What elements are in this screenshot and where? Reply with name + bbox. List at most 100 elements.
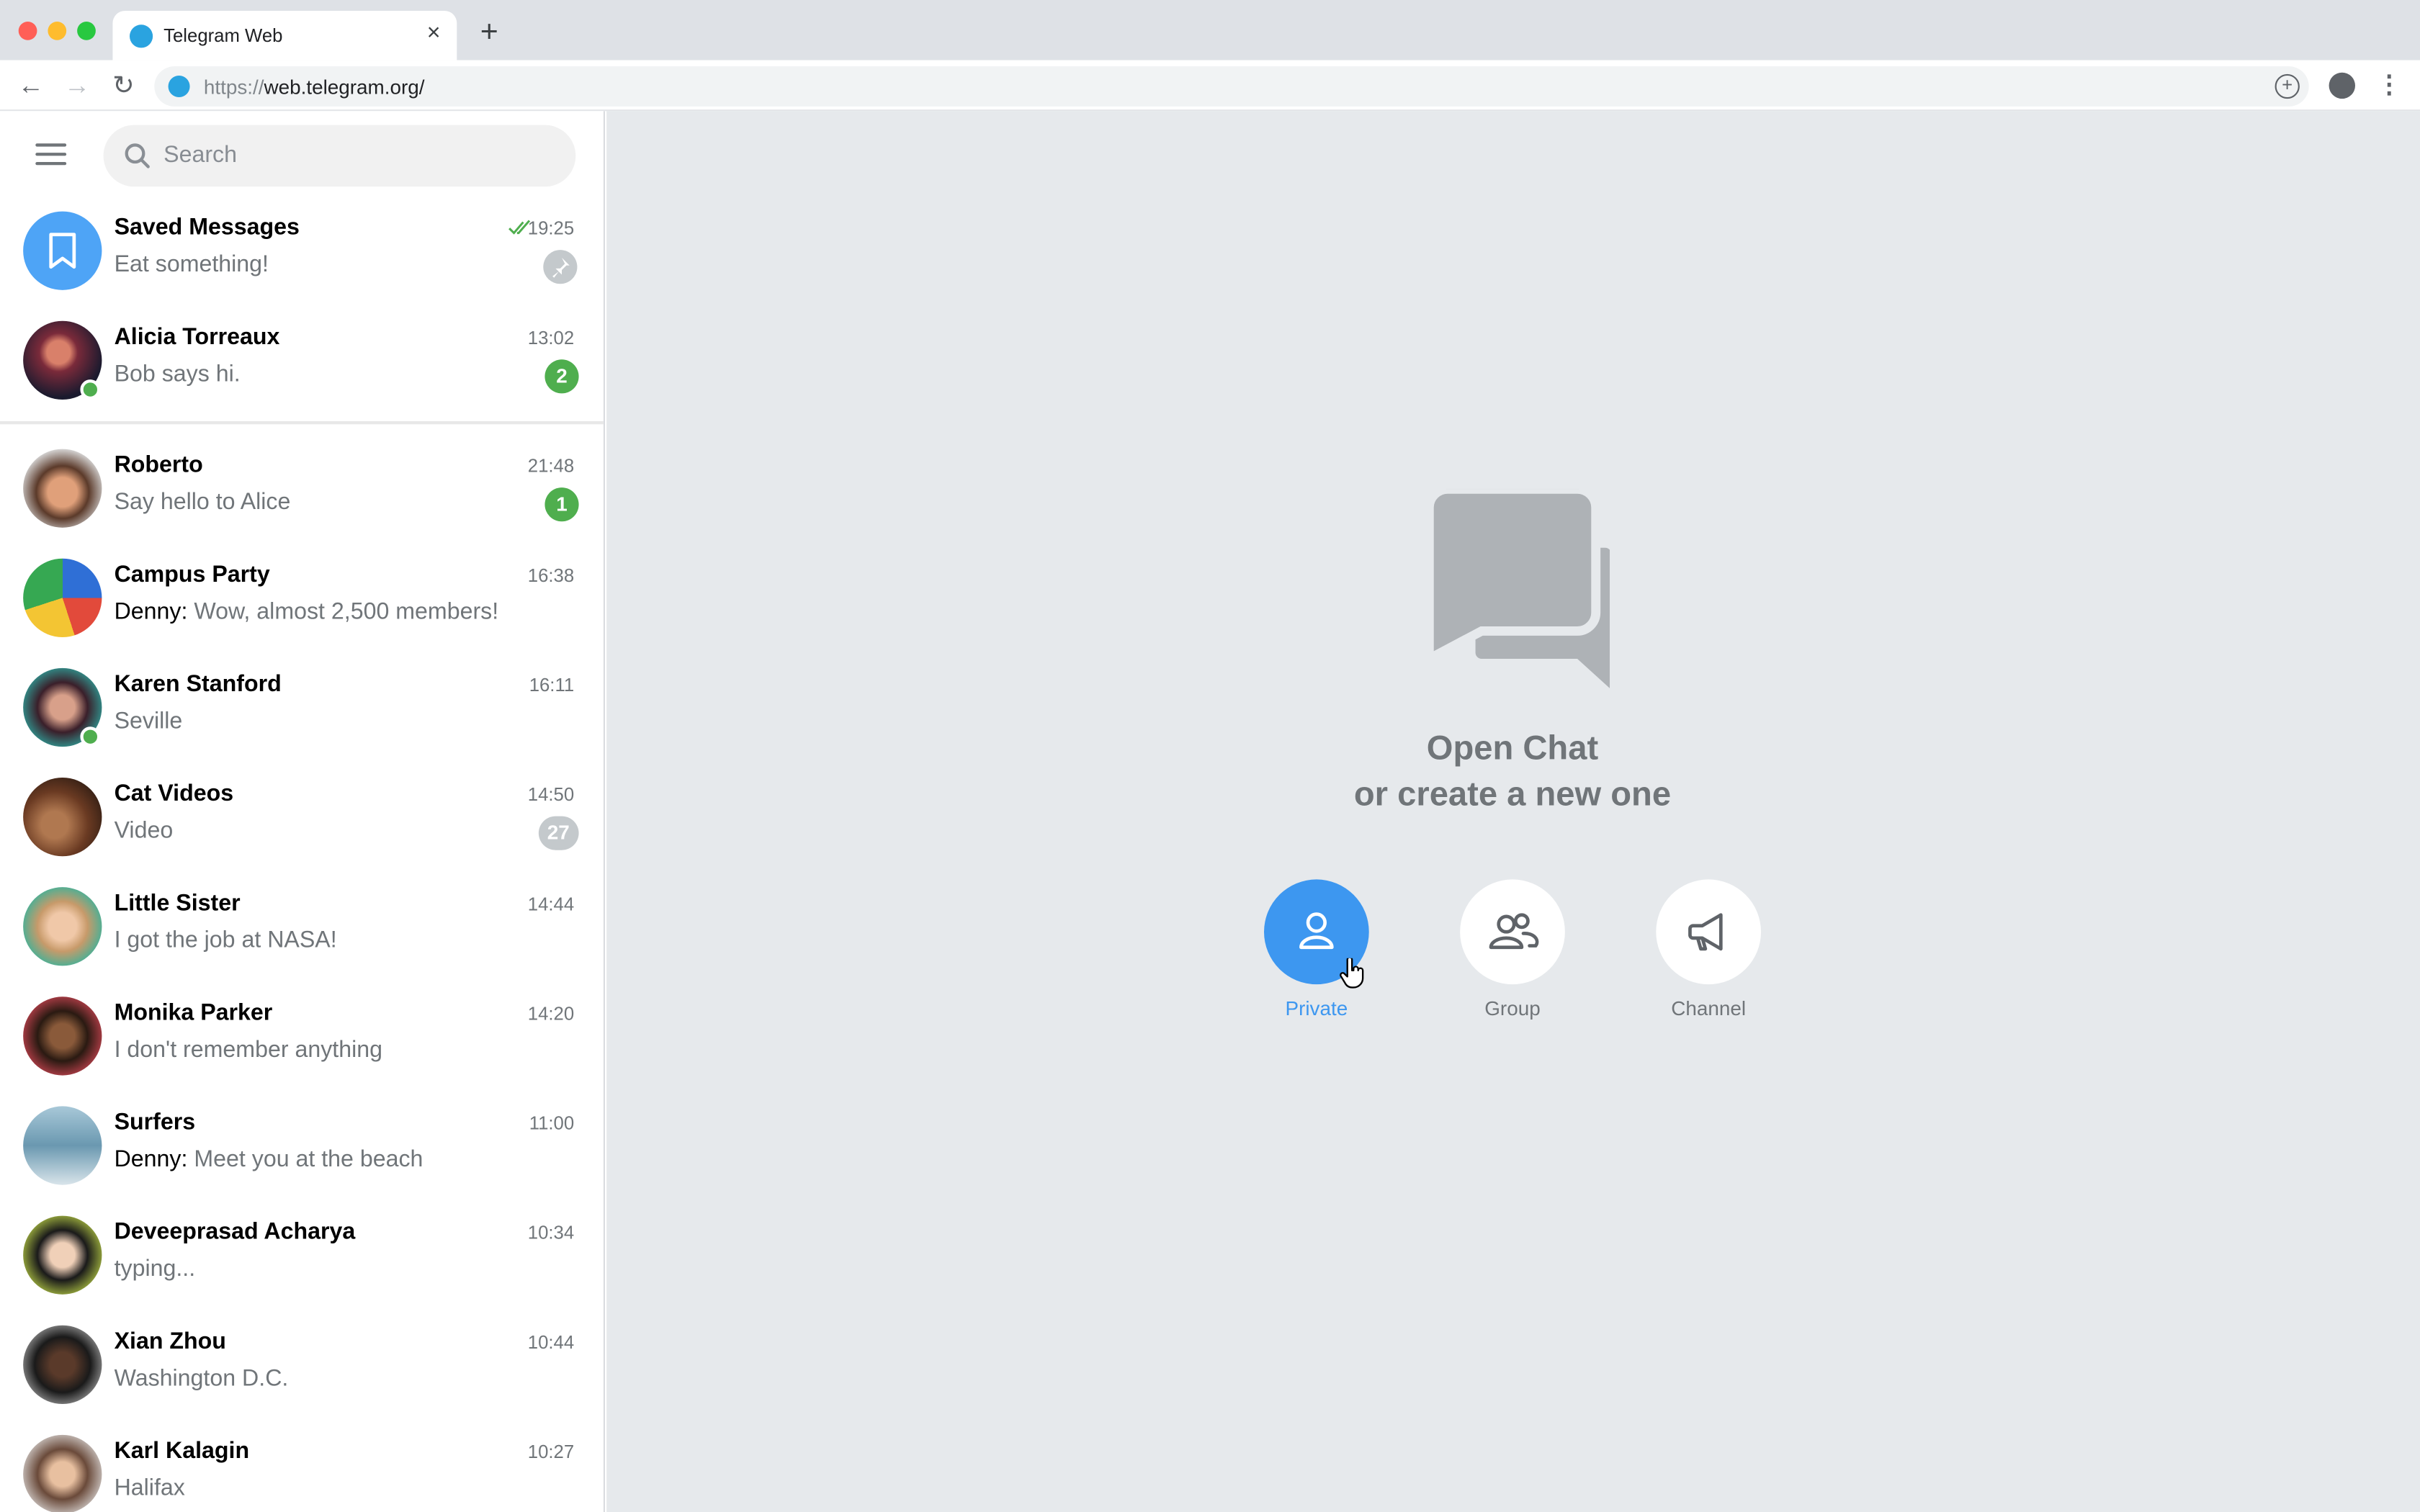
bookmark-icon <box>49 233 76 269</box>
chat-name: Monika Parker <box>114 999 273 1026</box>
address-bar[interactable]: https://web.telegram.org/ + <box>154 66 2309 107</box>
chat-item-deveeprasad-acharya[interactable]: Deveeprasad Acharya 10:34 typing... <box>0 1200 604 1310</box>
search-input[interactable]: Search <box>103 125 576 187</box>
site-telegram-icon <box>168 76 190 97</box>
chat-name: Saved Messages <box>114 214 300 241</box>
account-icon[interactable] <box>2329 72 2355 99</box>
chat-item-surfers[interactable]: Surfers 11:00 Denny: Meet you at the bea… <box>0 1091 604 1200</box>
group-avatar <box>23 1106 102 1185</box>
message-text: Wow, almost 2,500 members! <box>194 598 499 625</box>
search-icon <box>125 143 150 168</box>
chat-name: Alicia Torreaux <box>114 324 280 351</box>
chat-item-little-sister[interactable]: Little Sister 14:44 I got the job at NAS… <box>0 872 604 981</box>
reload-icon[interactable]: ↻ <box>107 69 140 103</box>
window-close-button[interactable] <box>18 22 37 40</box>
message-text: I got the job at NASA! <box>114 927 337 954</box>
back-arrow-icon[interactable]: ← <box>14 69 48 103</box>
new-group-button[interactable] <box>1460 879 1565 985</box>
chat-item-roberto[interactable]: Roberto 21:48 Say hello to Alice 1 <box>0 433 604 543</box>
browser-tab[interactable]: Telegram Web × <box>112 11 457 60</box>
message-text: Halifax <box>114 1475 185 1501</box>
window-maximize-button[interactable] <box>77 22 96 40</box>
chat-last-message: Video <box>115 818 174 844</box>
chat-name: Karen Stanford <box>114 671 282 698</box>
main-empty-state: Open Chat or create a new one Private Gr… <box>606 111 2420 1512</box>
url-host: web.telegram.org/ <box>264 76 425 99</box>
browser-toolbar: ← → ↻ https://web.telegram.org/ + <box>0 60 2420 112</box>
channel-avatar <box>23 778 102 857</box>
group-label: Group <box>1484 996 1541 1020</box>
chat-last-message: I got the job at NASA! <box>115 927 337 953</box>
chat-last-message: typing... <box>115 1256 196 1282</box>
chat-item-xian-zhou[interactable]: Xian Zhou 10:44 Washington D.C. <box>0 1310 604 1419</box>
browser-menu-icon[interactable]: ⋮ <box>2377 73 2401 99</box>
chat-last-message: Denny: Meet you at the beach <box>115 1146 424 1172</box>
megaphone-icon <box>1688 913 1723 951</box>
new-tab-button[interactable]: + <box>474 17 505 48</box>
chat-last-message: Seville <box>115 708 183 734</box>
chat-name: Campus Party <box>114 562 270 588</box>
chat-name: Roberto <box>114 451 203 479</box>
install-app-icon[interactable]: + <box>2275 73 2300 99</box>
chat-item-campus-party[interactable]: Campus Party 16:38 Denny: Wow, almost 2,… <box>0 543 604 652</box>
chat-time: 10:27 <box>527 1441 575 1463</box>
message-text: Say hello to Alice <box>114 489 291 516</box>
url-scheme: https:// <box>203 76 264 99</box>
message-sender: Denny: <box>114 1146 194 1173</box>
browser-tab-strip: Telegram Web × + <box>0 0 2420 60</box>
online-status-dot <box>80 726 101 747</box>
chat-time: 16:11 <box>529 674 575 696</box>
pinned-divider <box>0 421 604 425</box>
message-text: Meet you at the beach <box>194 1146 424 1173</box>
chat-item-alicia-torreaux[interactable]: Alicia Torreaux 13:02 Bob says hi. 2 <box>0 305 604 415</box>
pin-icon <box>543 250 578 284</box>
message-text: I don't remember anything <box>114 1037 382 1063</box>
chat-item-karen-stanford[interactable]: Karen Stanford 16:11 Seville <box>0 652 604 762</box>
chat-last-message: Denny: Wow, almost 2,500 members! <box>115 598 499 624</box>
saved-messages-avatar <box>23 211 102 290</box>
chat-last-message: Halifax <box>115 1475 185 1501</box>
chat-last-message: Washington D.C. <box>115 1365 289 1391</box>
chat-last-message: Eat something! <box>115 251 269 277</box>
chat-time: 10:34 <box>527 1222 575 1244</box>
unread-badge: 1 <box>544 487 579 522</box>
empty-state-title: Open Chat <box>1426 728 1599 767</box>
contact-avatar <box>23 449 102 528</box>
message-text: typing... <box>114 1256 196 1282</box>
address-url[interactable]: https://web.telegram.org/ <box>204 76 425 99</box>
forward-arrow-icon[interactable]: → <box>60 69 94 103</box>
online-status-dot <box>80 379 101 400</box>
chat-sidebar: Search Saved Messages 19:25 Eat somethin… <box>0 111 605 1512</box>
chat-time: 14:50 <box>527 783 575 806</box>
message-text: Bob says hi. <box>114 361 241 387</box>
contact-avatar <box>23 1215 102 1295</box>
contact-avatar <box>23 1325 102 1404</box>
chat-item-karl-kalagin[interactable]: Karl Kalagin 10:27 Halifax <box>0 1419 604 1512</box>
unread-badge-muted: 27 <box>537 816 579 850</box>
chat-last-message: Say hello to Alice <box>115 489 291 515</box>
hand-cursor-icon <box>1340 958 1364 989</box>
chat-time: 10:44 <box>527 1331 575 1354</box>
message-text: Seville <box>114 708 183 734</box>
chat-item-saved-messages[interactable]: Saved Messages 19:25 Eat something! <box>0 196 604 305</box>
chat-time: 11:00 <box>529 1112 575 1134</box>
window-minimize-button[interactable] <box>48 22 67 40</box>
message-sender: Denny: <box>114 598 194 625</box>
search-placeholder: Search <box>163 142 237 168</box>
chat-name: Xian Zhou <box>114 1328 226 1355</box>
chat-time: 14:44 <box>527 893 575 915</box>
hamburger-menu-icon[interactable] <box>35 143 67 168</box>
chat-item-monika-parker[interactable]: Monika Parker 14:20 I don't remember any… <box>0 981 604 1091</box>
new-channel-button[interactable] <box>1656 879 1761 985</box>
message-text: Eat something! <box>114 251 269 278</box>
chat-time: 13:02 <box>527 327 575 349</box>
person-icon <box>1299 912 1334 950</box>
telegram-favicon-icon <box>130 24 153 48</box>
chat-name: Surfers <box>114 1109 196 1136</box>
tab-close-icon[interactable]: × <box>420 20 448 48</box>
group-icon <box>1489 913 1539 950</box>
group-avatar <box>23 558 102 637</box>
chat-item-cat-videos[interactable]: Cat Videos 14:50 Video 27 <box>0 762 604 872</box>
chat-name: Cat Videos <box>114 780 234 807</box>
chat-last-message: I don't remember anything <box>115 1037 382 1063</box>
